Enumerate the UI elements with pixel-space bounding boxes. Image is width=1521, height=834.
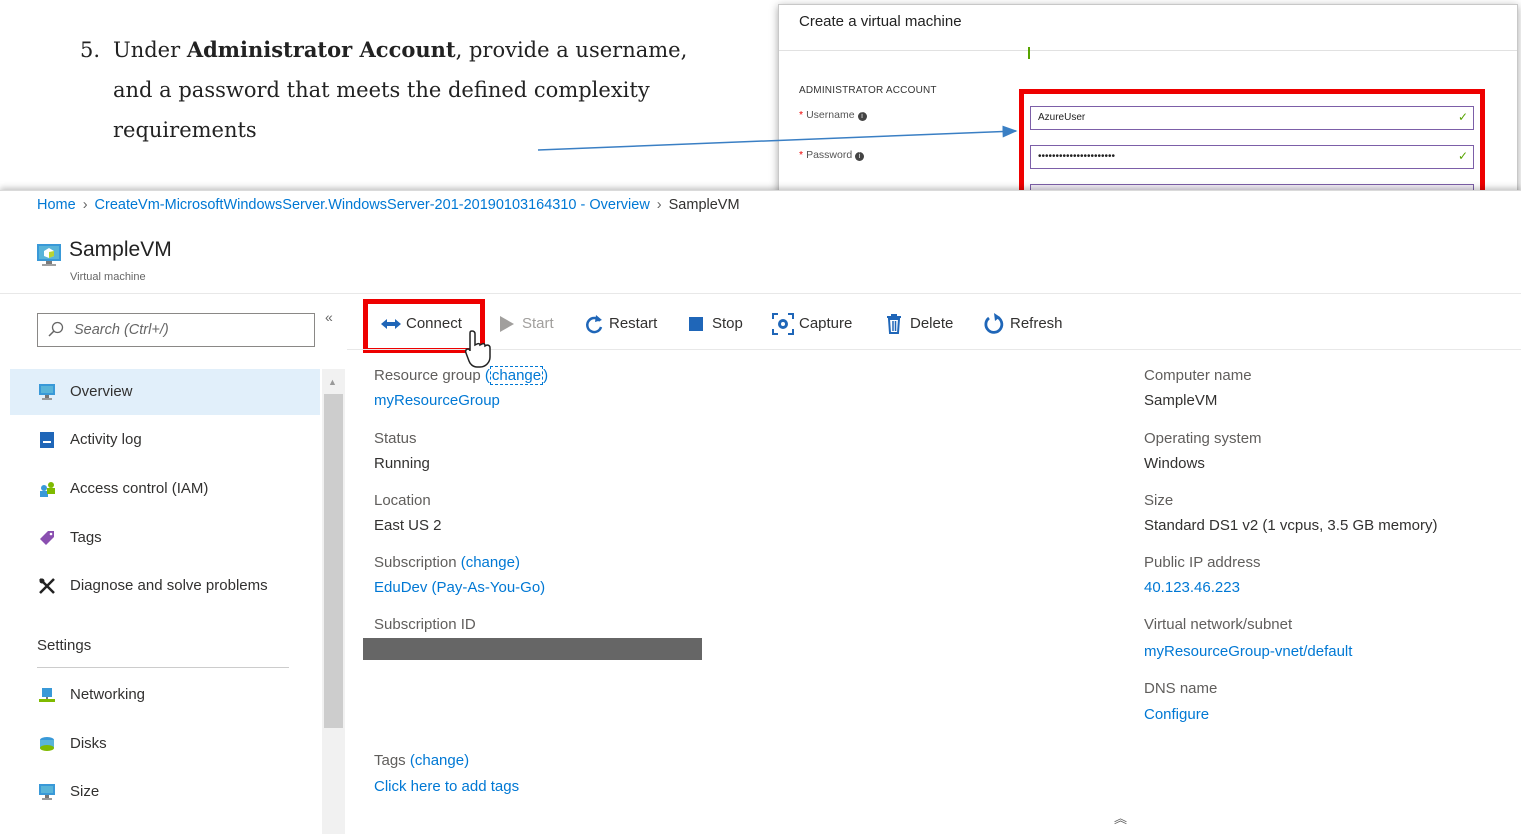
settings-section-header: Settings <box>37 637 92 654</box>
resource-group-label: Resource group (change) <box>374 366 549 385</box>
computer-name-label: Computer name <box>1144 367 1252 384</box>
refresh-icon <box>984 313 1004 334</box>
location-value: East US 2 <box>374 517 442 534</box>
sidebar-item-diagnose[interactable]: Diagnose and solve problems <box>10 563 320 609</box>
administrator-account-heading: ADMINISTRATOR ACCOUNT <box>799 85 937 96</box>
virtual-machine-icon <box>37 244 61 266</box>
create-vm-inset: Create a virtual machine ADMINISTRATOR A… <box>778 4 1518 194</box>
users-icon <box>40 482 55 497</box>
subscription-id-label: Subscription ID <box>374 616 476 633</box>
capture-button[interactable]: Capture <box>772 311 862 339</box>
virtual-network-value[interactable]: myResourceGroup-vnet/default <box>1144 643 1352 660</box>
networking-icon <box>39 688 55 702</box>
subscription-label: Subscription (change) <box>374 554 520 571</box>
divider <box>347 349 1521 350</box>
status-value: Running <box>374 455 430 472</box>
info-icon: i <box>855 152 865 161</box>
add-tags-link[interactable]: Click here to add tags <box>374 778 519 795</box>
sidebar-item-next[interactable] <box>10 817 320 834</box>
page-title: SampleVM <box>69 238 172 261</box>
collapse-essentials-icon[interactable]: ︽ <box>1114 808 1127 827</box>
change-subscription-link[interactable]: change <box>466 554 515 571</box>
change-resource-group-link[interactable]: change <box>489 366 544 385</box>
resource-group-value[interactable]: myResourceGroup <box>374 392 500 409</box>
breadcrumb-deployment[interactable]: CreateVm-MicrosoftWindowsServer.WindowsS… <box>95 197 650 213</box>
scrollbar-thumb[interactable] <box>324 394 343 728</box>
operating-system-label: Operating system <box>1144 430 1262 447</box>
restart-button[interactable]: Restart <box>583 311 663 339</box>
size-icon <box>39 784 55 800</box>
sidebar-item-activity-log[interactable]: Activity log <box>10 417 320 463</box>
password-label: * Password i <box>799 149 865 161</box>
tags-label: Tags (change) <box>374 752 470 769</box>
resource-type: Virtual machine <box>70 271 146 283</box>
azure-portal-window: Home › CreateVm-MicrosoftWindowsServer.Win… <box>0 190 1521 834</box>
trash-icon <box>887 314 901 334</box>
sidebar-item-networking[interactable]: Networking <box>10 672 320 718</box>
hand-cursor-icon <box>464 330 491 368</box>
public-ip-value[interactable]: 40.123.46.223 <box>1144 579 1240 596</box>
start-button[interactable]: Start <box>497 311 559 339</box>
scroll-up-icon[interactable]: ▲ <box>328 377 337 387</box>
step-text: Under Administrator Account, provide a u… <box>113 37 688 142</box>
status-label: Status <box>374 430 417 447</box>
change-tags-link[interactable]: change <box>415 752 464 769</box>
operating-system-value: Windows <box>1144 455 1205 472</box>
breadcrumb-home[interactable]: Home <box>37 197 76 213</box>
tag-icon <box>40 531 54 545</box>
breadcrumb-current: SampleVM <box>668 197 740 213</box>
size-label: Size <box>1144 492 1174 509</box>
progress-marker <box>1028 47 1030 59</box>
search-icon <box>48 321 64 337</box>
delete-button[interactable]: Delete <box>885 311 961 339</box>
dns-name-label: DNS name <box>1144 680 1218 697</box>
public-ip-label: Public IP address <box>1144 554 1261 571</box>
stop-button[interactable]: Stop <box>688 311 750 339</box>
monitor-icon <box>39 384 55 400</box>
sidebar-item-tags[interactable]: Tags <box>10 515 320 561</box>
collapse-sidebar-icon[interactable]: « <box>325 309 333 325</box>
divider <box>37 667 289 668</box>
divider <box>0 293 1521 294</box>
sidebar-item-disks[interactable]: Disks <box>10 721 320 767</box>
sidebar-item-overview[interactable]: Overview <box>10 369 320 415</box>
highlight-box <box>1019 89 1485 193</box>
create-vm-title: Create a virtual machine <box>799 13 962 30</box>
capture-icon <box>772 313 794 335</box>
redacted-subscription-id <box>363 638 702 660</box>
wrench-icon <box>39 578 55 594</box>
info-icon: i <box>857 112 867 121</box>
subscription-value[interactable]: EduDev (Pay-As-You-Go) <box>374 579 545 596</box>
refresh-button[interactable]: Refresh <box>983 311 1071 339</box>
disk-icon <box>40 737 54 751</box>
sidebar-item-access-control[interactable]: Access control (IAM) <box>10 466 320 512</box>
stop-icon <box>689 317 703 331</box>
sidebar-item-size[interactable]: Size <box>10 769 320 815</box>
step-bold-term: Administrator Account <box>186 37 456 62</box>
computer-name-value: SampleVM <box>1144 392 1218 409</box>
restart-icon <box>586 315 603 334</box>
location-label: Location <box>374 492 431 509</box>
breadcrumb: Home › CreateVm-MicrosoftWindowsServer.Win… <box>37 197 740 213</box>
search-input[interactable]: Search (Ctrl+/) <box>37 313 315 347</box>
step-number: 5. <box>80 38 101 62</box>
activity-log-icon <box>40 432 54 448</box>
dns-configure-link[interactable]: Configure <box>1144 706 1209 723</box>
username-label: * Username i <box>799 109 867 121</box>
virtual-network-label: Virtual network/subnet <box>1144 616 1293 633</box>
size-value: Standard DS1 v2 (1 vcpus, 3.5 GB memory) <box>1144 517 1438 534</box>
divider <box>779 50 1517 51</box>
play-icon <box>500 316 514 332</box>
